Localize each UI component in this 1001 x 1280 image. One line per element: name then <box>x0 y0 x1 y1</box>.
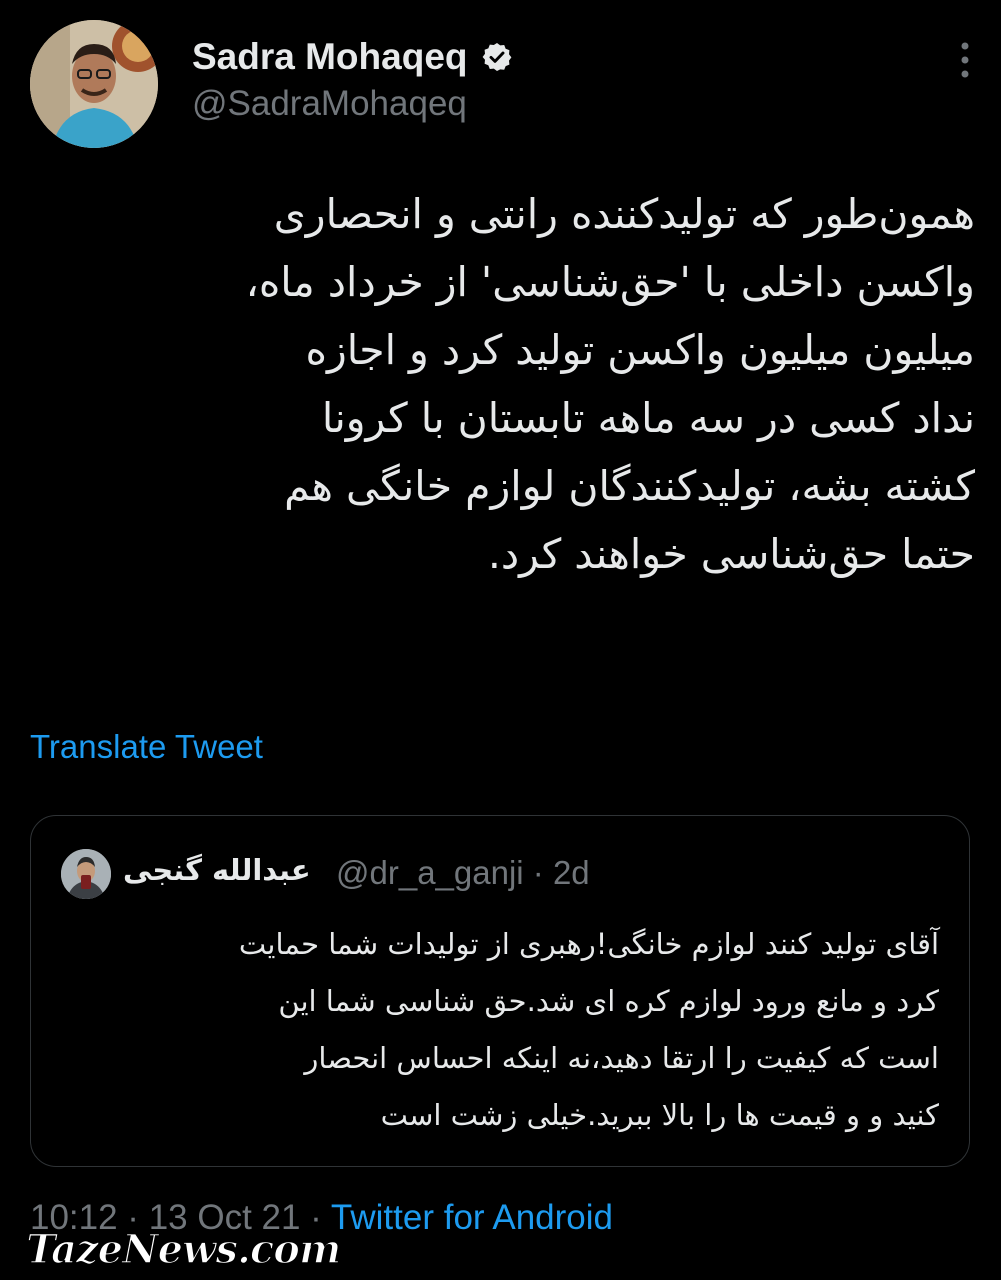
verified-badge-icon <box>481 41 513 73</box>
quoted-tweet-text: آقای تولید کنند لوازم خانگی!رهبری از تول… <box>238 927 939 1132</box>
author-avatar[interactable] <box>30 20 158 148</box>
translate-tweet-link[interactable]: Translate Tweet <box>30 728 263 766</box>
author-avatar-image <box>30 20 158 148</box>
quoted-avatar-image <box>61 849 111 899</box>
more-options-icon[interactable] <box>955 40 975 80</box>
quoted-author-avatar[interactable] <box>61 849 111 899</box>
watermark-logo: TazeNews.com <box>25 1225 342 1274</box>
quoted-author-name[interactable]: عبدالله گنجی <box>123 853 311 887</box>
tweet-source-link[interactable]: Twitter for Android <box>331 1198 613 1237</box>
quoted-tweet-card[interactable]: عبدالله گنجی @dr_a_ganji · 2d آقای تولید… <box>30 815 970 1167</box>
author-handle[interactable]: @SadraMohaqeq <box>192 84 513 124</box>
author-display-name[interactable]: Sadra Mohaqeq <box>192 36 468 78</box>
tweet-text: همون‌طور که تولیدکننده رانتی و انحصاری و… <box>245 190 975 578</box>
author-name-block: Sadra Mohaqeq @SadraMohaqeq <box>192 36 513 124</box>
tweet-header: Sadra Mohaqeq @SadraMohaqeq <box>30 20 975 150</box>
quoted-author-handle-time[interactable]: @dr_a_ganji · 2d <box>336 854 590 892</box>
